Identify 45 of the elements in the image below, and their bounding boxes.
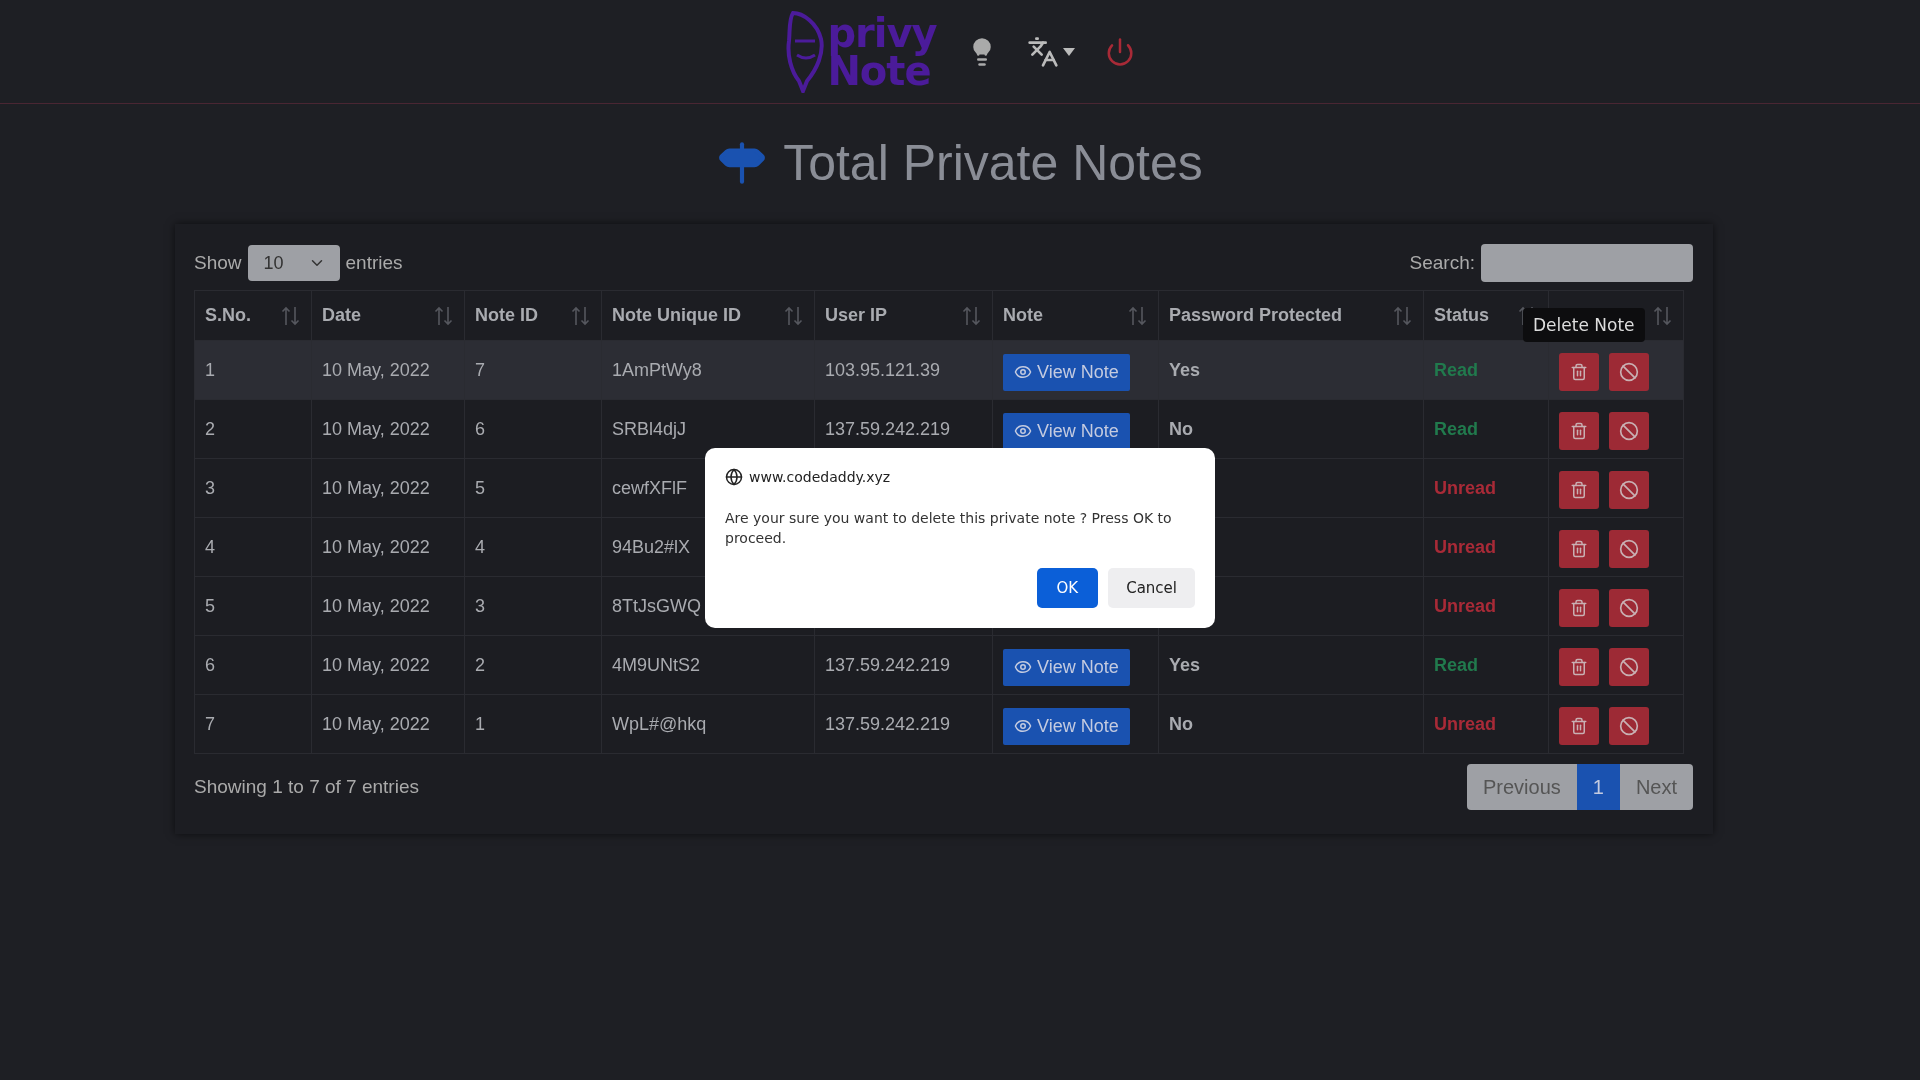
table-cell: 10 May, 2022 [311,694,465,754]
table-cell: 10 May, 2022 [311,458,465,518]
password-protected-text: No [1169,713,1193,734]
table-cell: 2 [194,399,312,459]
search-label: Search: [1409,252,1475,274]
table-cell: 4 [464,517,602,577]
logo-text: privy Note [827,13,937,90]
table-cell: 1 [464,694,602,754]
status-text: Unread [1434,536,1496,557]
table-cell: 5 [464,458,602,518]
status-text: Unread [1434,477,1496,498]
table-cell: 6 [464,399,602,459]
entries-info: Showing 1 to 7 of 7 entries [194,776,419,798]
table-cell: 6 [194,635,312,695]
table-cell: 10 May, 2022 [311,517,465,577]
password-protected-text: Yes [1169,359,1201,380]
table-cell: 10 May, 2022 [311,576,465,636]
status-text: Read [1434,418,1478,439]
table-cell: 137.59.242.219 [814,694,993,754]
table-cell: 2 [464,635,602,695]
table-cell: 5 [194,576,312,636]
password-protected-text: Yes [1169,654,1201,675]
table-cell: 3 [464,576,602,636]
status-text: Unread [1434,595,1496,616]
table-cell: 10 May, 2022 [311,635,465,695]
status-text: Unread [1434,713,1496,734]
delete-note-tooltip: Delete Note [1523,308,1645,342]
table-cell: WpL#@hkq [601,694,815,754]
entries-label: entries [345,252,403,274]
page-title: Total Private Notes [783,134,1203,192]
table-cell: 1AmPtWy8 [601,340,815,400]
table-cell: 10 May, 2022 [311,399,465,459]
table-cell: 137.59.242.219 [814,635,993,695]
status-text: Read [1434,654,1478,675]
password-protected-text: No [1169,418,1193,439]
table-cell: 4 [194,517,312,577]
table-cell: 10 May, 2022 [311,340,465,400]
table-cell: 7 [464,340,602,400]
table-cell: 103.95.121.39 [814,340,993,400]
table-cell: 3 [194,458,312,518]
table-cell: 4M9UNtS2 [601,635,815,695]
table-cell: 1 [194,340,312,400]
show-label: Show [194,252,242,274]
table-cell: 7 [194,694,312,754]
status-text: Read [1434,359,1478,380]
